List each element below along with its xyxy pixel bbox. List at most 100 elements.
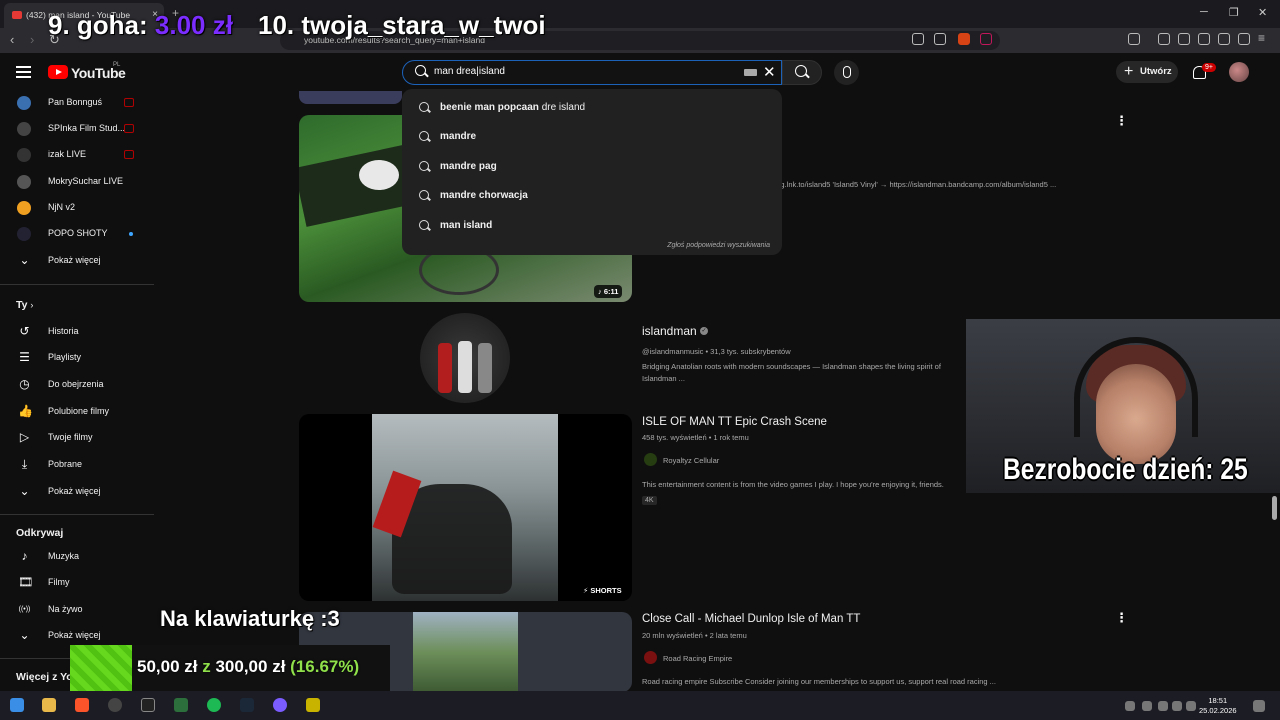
sidebar-sub-item[interactable]: NjN v2	[0, 196, 155, 222]
channel-desc-line-1: Bridging Anatolian roots with modern sou…	[642, 362, 941, 371]
youtube-logo-icon[interactable]	[48, 65, 68, 79]
video-3-description: Road racing empire Subscribe Consider jo…	[642, 677, 996, 686]
keyboard-goal-title: Na klawiaturkę :3	[160, 606, 340, 631]
sidebar-item-you-3[interactable]: 👍 Polubione filmy	[0, 400, 155, 426]
minimize-icon[interactable]: ─	[1200, 6, 1208, 18]
shorts-badge: ⚡ SHORTS	[579, 584, 626, 597]
sidebar-sub-item[interactable]: izak LIVE	[0, 143, 155, 169]
video-3-channel[interactable]: Road Racing Empire	[663, 654, 732, 663]
notification-center-icon[interactable]	[1253, 700, 1265, 712]
liked-icon: 👍	[18, 404, 33, 418]
region-code: PL	[113, 62, 121, 68]
search-icon	[419, 131, 429, 142]
search-suggestion[interactable]: mandre pag	[402, 153, 782, 182]
suggestion-bold: man island	[440, 219, 493, 231]
maximize-icon[interactable]: ❐	[1229, 6, 1239, 19]
sidebar-item-explore-2[interactable]: ((•)) Na żywo	[0, 598, 155, 624]
video-3-title[interactable]: Close Call - Michael Dunlop Isle of Man …	[642, 613, 860, 625]
music-icon[interactable]	[1158, 33, 1170, 45]
sidebar-item-you-2[interactable]: ◷ Do obejrzenia	[0, 373, 155, 399]
tray-icon-1[interactable]	[1142, 701, 1152, 711]
search-icon	[419, 190, 429, 201]
close-window-icon[interactable]: ✕	[1258, 6, 1267, 19]
video-3-more-icon[interactable]: ⋮	[1115, 610, 1128, 626]
search-suggestion[interactable]: mandre chorwacja	[402, 182, 782, 211]
clock[interactable]: 18:51 25.02.2026	[1199, 696, 1237, 716]
video-1-more-icon[interactable]: ⋮	[1115, 113, 1128, 129]
tray-chevron-icon[interactable]	[1125, 701, 1135, 711]
windows-start-icon[interactable]	[10, 698, 24, 712]
search-query-text[interactable]: man drea|island	[434, 66, 505, 77]
sidebar-toggle-icon[interactable]	[1178, 33, 1190, 45]
report-suggestions-link[interactable]: Zgłoś podpowiedzi wyszukiwania	[667, 242, 770, 249]
app-icon[interactable]	[306, 698, 320, 712]
search-suggestion[interactable]: man island	[402, 212, 782, 241]
windows-taskbar	[0, 691, 1280, 720]
brave-browser-icon[interactable]	[75, 698, 89, 712]
goal-percent: (16.67%)	[290, 657, 360, 676]
playlists-icon: ☰	[19, 350, 30, 364]
leo-ai-icon[interactable]	[1218, 33, 1230, 45]
sidebar-item-you-4[interactable]: ▷ Twoje filmy	[0, 426, 155, 452]
sidebar-item-you-6[interactable]: ⌄ Pokaż więcej	[0, 480, 155, 506]
wifi-icon[interactable]	[1172, 701, 1182, 711]
brave-shield-icon[interactable]	[958, 33, 970, 45]
channel-name[interactable]: islandman	[642, 324, 697, 338]
suggestion-normal: dre island	[541, 102, 586, 113]
scrollbar-thumb[interactable]	[1272, 496, 1277, 520]
obs-icon[interactable]	[108, 698, 122, 712]
sidebar-sub-item[interactable]: MokrySuchar LIVE	[0, 170, 155, 196]
discord-icon[interactable]	[273, 698, 287, 712]
sidebar-section-you[interactable]: Ty ›	[16, 299, 33, 311]
video-3-channel-avatar[interactable]	[644, 651, 657, 664]
donation-goal-bar: 50,00 zł z 300,00 zł (16.67%)	[70, 645, 390, 691]
sidebar-sub-item[interactable]: Pan Bonnguś	[0, 91, 155, 117]
donation-rank-9: 9. goha: 3.00 zł	[48, 10, 233, 41]
keyboard-icon[interactable]	[744, 69, 757, 76]
steam-icon[interactable]	[240, 698, 254, 712]
goal-bar-fill	[70, 645, 132, 691]
cast-icon[interactable]	[912, 33, 924, 45]
wallet-icon[interactable]	[1198, 33, 1210, 45]
screenshot-icon[interactable]	[1128, 33, 1140, 45]
rewards-icon[interactable]	[980, 33, 992, 45]
sidebar-item-explore-0[interactable]: ♪ Muzyka	[0, 545, 155, 571]
video-2-channel[interactable]: Royaltyz Cellular	[663, 456, 719, 465]
search-suggestion[interactable]: mandre	[402, 123, 782, 152]
spotify-icon[interactable]	[207, 698, 221, 712]
sidebar-show-more-subs[interactable]: ⌄ Pokaż więcej	[0, 249, 155, 275]
account-avatar[interactable]	[1229, 62, 1249, 82]
tray-icon-2[interactable]	[1158, 701, 1168, 711]
sidebar-item-you-1[interactable]: ☰ Playlisty	[0, 346, 155, 372]
channel-avatar[interactable]	[420, 313, 510, 403]
video-2-channel-avatar[interactable]	[644, 453, 657, 466]
menu-icon[interactable]: ≡	[1258, 31, 1270, 45]
epic-games-icon[interactable]	[141, 698, 155, 712]
downloads-icon: ⤓	[21, 457, 28, 471]
history-icon: ↺	[19, 324, 30, 338]
vpn-icon[interactable]	[1238, 33, 1250, 45]
sidebar-sub-item[interactable]: POPO SHOTY	[0, 222, 155, 248]
share-icon[interactable]	[934, 33, 946, 45]
sidebar-sub-item[interactable]: SPInka Film Stud...	[0, 117, 155, 143]
file-explorer-icon[interactable]	[42, 698, 56, 712]
hamburger-menu-icon[interactable]	[16, 66, 31, 78]
forward-icon[interactable]: ›	[30, 32, 34, 47]
file-manager-icon[interactable]	[174, 698, 188, 712]
sidebar-item-you-0[interactable]: ↺ Historia	[0, 320, 155, 346]
webcam-caption: Bezrobocie dzień: 25	[1003, 453, 1248, 486]
volume-icon[interactable]	[1186, 701, 1196, 711]
sidebar-item-explore-1[interactable]: 🎞 Filmy	[0, 571, 155, 597]
search-suggestion[interactable]: beenie man popcaan dre island	[402, 94, 782, 123]
video-thumbnail-2[interactable]	[299, 414, 632, 601]
create-button[interactable]: + Utwórz	[1116, 61, 1178, 83]
clear-search-icon[interactable]: ✕	[763, 63, 776, 81]
voice-search-mic-icon[interactable]	[834, 60, 859, 85]
music-icon: ♪	[21, 549, 28, 563]
rank9-name: 9. goha:	[48, 10, 155, 40]
sidebar-item-label: Pobrane	[48, 459, 83, 469]
sidebar-item-you-5[interactable]: ⤓ Pobrane	[0, 453, 155, 479]
video-2-title[interactable]: ISLE OF MAN TT Epic Crash Scene	[642, 416, 827, 428]
previous-thumbnail-edge[interactable]	[299, 91, 402, 104]
back-icon[interactable]: ‹	[10, 32, 14, 47]
